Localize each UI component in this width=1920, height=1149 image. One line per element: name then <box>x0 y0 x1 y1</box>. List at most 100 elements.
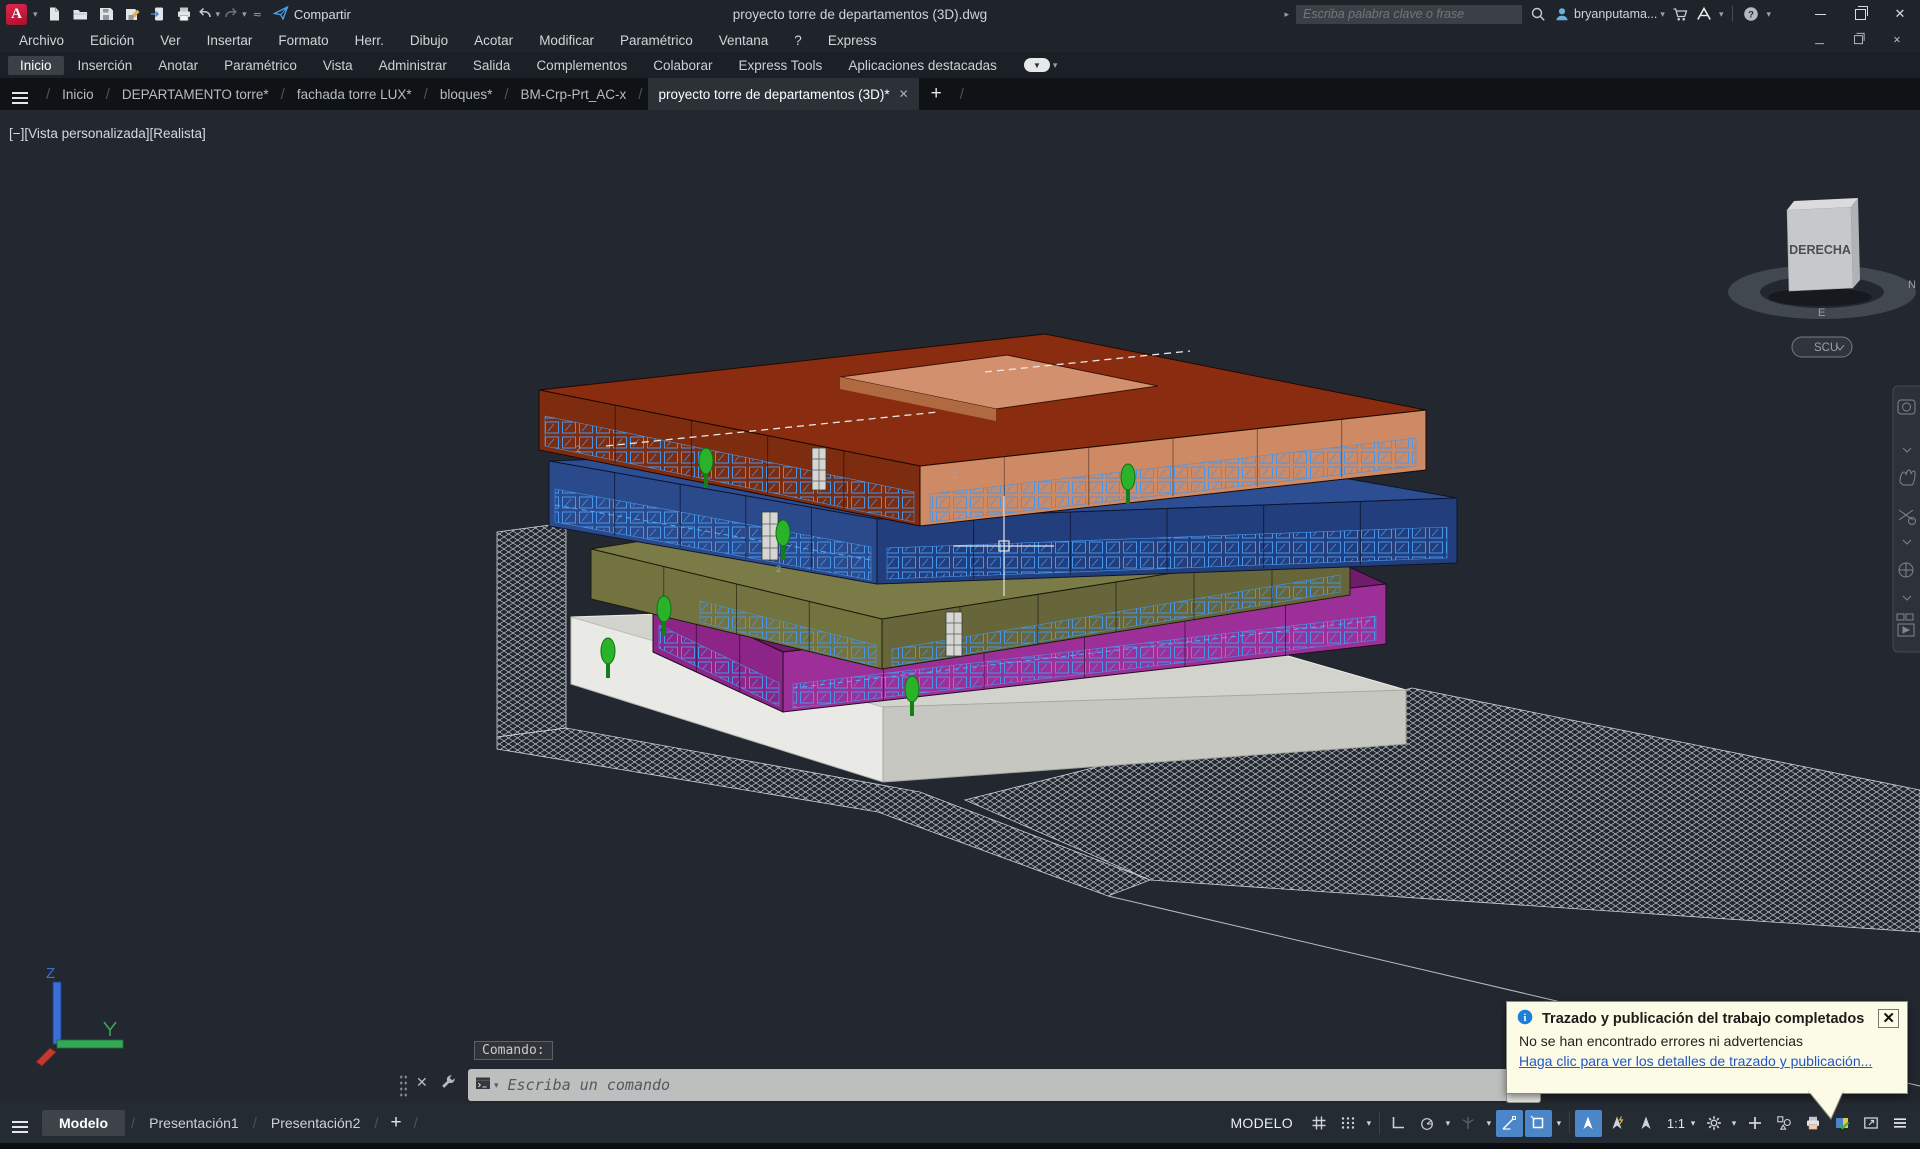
open-mobile-icon[interactable] <box>145 2 171 26</box>
polar-tracking-icon[interactable] <box>1414 1110 1441 1137</box>
status-caret-icon[interactable]: ▾ <box>1728 1118 1740 1129</box>
save-as-icon[interactable] <box>119 2 145 26</box>
restore-button[interactable] <box>1840 1 1880 27</box>
object-snap-tracking-icon[interactable] <box>1496 1110 1523 1137</box>
layout-tab-presentación2[interactable]: Presentación2 <box>263 1115 369 1131</box>
file-tab[interactable]: Inicio <box>56 87 100 102</box>
layout-tab-presentación1[interactable]: Presentación1 <box>141 1115 247 1131</box>
search-icon[interactable] <box>1526 2 1550 26</box>
layout-menu-icon[interactable] <box>0 1115 42 1131</box>
file-tab[interactable]: proyecto torre de departamentos (3D)*✕ <box>648 78 918 110</box>
ribbon-tab-anotar[interactable]: Anotar <box>146 56 210 75</box>
open-folder-icon[interactable] <box>67 2 93 26</box>
annotation-scale-value[interactable]: 1:1 <box>1661 1116 1687 1131</box>
object-snap-icon[interactable] <box>1525 1110 1552 1137</box>
ribbon-tab-aplicacionesdestacadas[interactable]: Aplicaciones destacadas <box>836 56 1009 75</box>
isodraft-icon[interactable] <box>1455 1110 1482 1137</box>
ribbon-tab-complementos[interactable]: Complementos <box>524 56 639 75</box>
navigation-bar[interactable] <box>1893 386 1920 652</box>
notification-link[interactable]: Haga clic para ver los detalles de traza… <box>1507 1049 1907 1069</box>
status-caret-icon[interactable]: ▾ <box>1442 1118 1454 1129</box>
menu-item-herr[interactable]: Herr. <box>342 33 397 48</box>
undo-caret-icon[interactable]: ▾ <box>213 9 224 20</box>
save-icon[interactable] <box>93 2 119 26</box>
model-space-button[interactable]: MODELO <box>1218 1115 1304 1131</box>
command-bar-grip[interactable] <box>399 1074 408 1098</box>
ribbon-display-caret-icon[interactable]: ▾ <box>1050 60 1061 71</box>
status-caret-icon[interactable]: ▾ <box>1553 1118 1565 1129</box>
account-caret-icon[interactable]: ▾ <box>1657 9 1668 20</box>
snap-mode-icon[interactable] <box>1335 1110 1362 1137</box>
ribbon-tab-colaborar[interactable]: Colaborar <box>641 56 724 75</box>
menu-item-dibujo[interactable]: Dibujo <box>397 33 461 48</box>
user-avatar-icon[interactable] <box>1550 2 1574 26</box>
doc-restore-button[interactable] <box>1854 34 1863 46</box>
doc-minimize-button[interactable] <box>1815 34 1824 46</box>
command-input-bar[interactable]: ▾ Escriba un comando <box>468 1069 1540 1101</box>
layout-tab-modelo[interactable]: Modelo <box>42 1110 125 1136</box>
file-tab[interactable]: BM-Crp-Prt_AC-x <box>515 87 633 102</box>
scu-button[interactable]: SCU <box>1792 337 1852 357</box>
redo-icon[interactable] <box>223 5 239 24</box>
search-expand-icon[interactable]: ▸ <box>1281 9 1292 20</box>
close-button[interactable]: ✕ <box>1880 1 1920 27</box>
undo-icon[interactable] <box>197 5 213 24</box>
menu-item-archivo[interactable]: Archivo <box>6 33 77 48</box>
customize-qat-icon[interactable]: ≂ <box>250 8 265 21</box>
notification-close-icon[interactable]: ✕ <box>1878 1009 1899 1028</box>
ribbon-tab-expresstools[interactable]: Express Tools <box>727 56 835 75</box>
menu-item-acotar[interactable]: Acotar <box>461 33 526 48</box>
menu-item-express[interactable]: Express <box>815 33 890 48</box>
menu-item-[interactable]: ? <box>781 33 815 48</box>
new-file-tab-button[interactable]: + <box>919 83 954 105</box>
menu-item-ver[interactable]: Ver <box>147 33 193 48</box>
username[interactable]: bryanputama... <box>1574 7 1657 21</box>
3d-model-viewport[interactable]: 2222DERECHANESCUZ <box>0 110 1920 1103</box>
ribbon-tab-inicio[interactable]: Inicio <box>8 56 64 75</box>
menu-item-ventana[interactable]: Ventana <box>706 33 782 48</box>
share-button[interactable]: Compartir <box>273 5 351 24</box>
annotation-autoscale-icon[interactable] <box>1604 1110 1631 1137</box>
plot-icon[interactable] <box>171 2 197 26</box>
status-caret-icon[interactable]: ▾ <box>1363 1118 1375 1129</box>
command-recent-caret-icon[interactable]: ▾ <box>491 1080 502 1091</box>
3d-building-model[interactable]: 2222 <box>497 334 1920 1086</box>
menu-item-modificar[interactable]: Modificar <box>526 33 607 48</box>
ribbon-tab-insercin[interactable]: Inserción <box>66 56 145 75</box>
help-icon[interactable]: ? <box>1739 2 1763 26</box>
status-caret-icon[interactable]: ▾ <box>1687 1118 1699 1129</box>
autodesk-caret-icon[interactable]: ▾ <box>1716 9 1727 20</box>
menu-item-insertar[interactable]: Insertar <box>194 33 266 48</box>
workspace-gear-icon[interactable] <box>1700 1110 1727 1137</box>
doc-close-button[interactable]: ✕ <box>1893 34 1901 45</box>
annotation-scale-icon[interactable] <box>1633 1110 1660 1137</box>
ortho-icon[interactable] <box>1385 1110 1412 1137</box>
new-file-icon[interactable] <box>41 2 67 26</box>
ribbon-display-toggle[interactable]: ▼ <box>1024 58 1050 72</box>
file-tab-close-icon[interactable]: ✕ <box>899 87 909 101</box>
menu-item-paramtrico[interactable]: Paramétrico <box>607 33 706 48</box>
viewcube[interactable]: DERECHANE <box>1728 198 1916 319</box>
file-tab[interactable]: fachada torre LUX* <box>291 87 418 102</box>
command-bar-wrench-icon[interactable] <box>440 1074 456 1095</box>
annotation-visibility-icon[interactable] <box>1575 1110 1602 1137</box>
clean-screen-icon[interactable] <box>1857 1110 1884 1137</box>
file-tab[interactable]: bloques* <box>434 87 499 102</box>
grid-icon[interactable] <box>1306 1110 1333 1137</box>
viewport-controls[interactable]: [−][Vista personalizada][Realista] <box>9 126 206 141</box>
command-window-icon[interactable] <box>475 1075 491 1096</box>
autodesk-logo-icon[interactable] <box>1692 2 1716 26</box>
status-caret-icon[interactable]: ▾ <box>1483 1118 1495 1129</box>
ribbon-tab-vista[interactable]: Vista <box>311 56 365 75</box>
isolate-objects-icon[interactable] <box>1770 1110 1797 1137</box>
help-caret-icon[interactable]: ▾ <box>1763 9 1774 20</box>
app-store-cart-icon[interactable] <box>1668 2 1692 26</box>
menu-item-formato[interactable]: Formato <box>265 33 341 48</box>
menu-item-edicin[interactable]: Edición <box>77 33 147 48</box>
autocad-logo-icon[interactable]: A <box>6 4 27 25</box>
file-tab[interactable]: DEPARTAMENTO torre* <box>116 87 275 102</box>
new-layout-button[interactable]: + <box>385 1112 408 1134</box>
app-menu-caret-icon[interactable]: ▾ <box>30 9 41 20</box>
file-tabs-menu-icon[interactable] <box>0 87 40 102</box>
plus-icon[interactable] <box>1741 1110 1768 1137</box>
